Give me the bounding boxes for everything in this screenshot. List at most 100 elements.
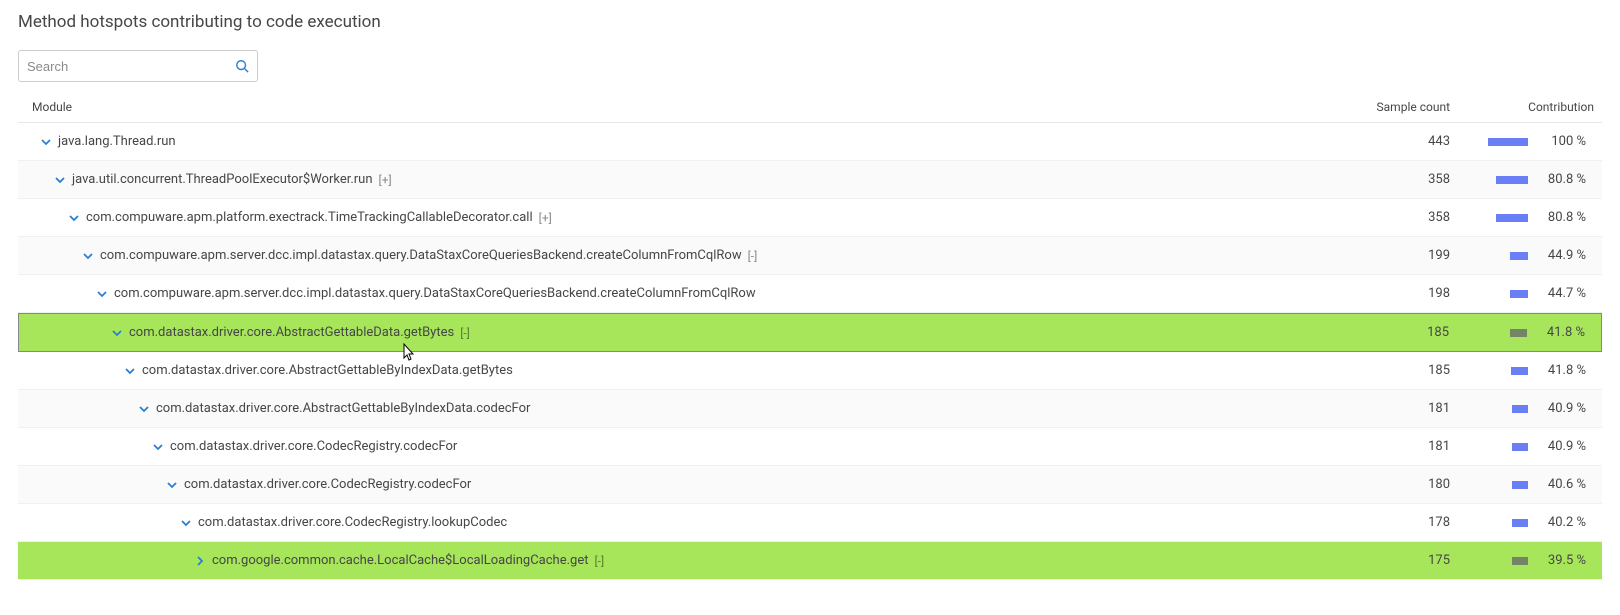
row-module-cell: java.lang.Thread.run [18,134,1322,149]
method-label[interactable]: com.compuware.apm.platform.exectrack.Tim… [86,210,533,225]
tree-row[interactable]: com.datastax.driver.core.AbstractGettabl… [18,390,1602,428]
sample-count-cell: 175 [1322,553,1462,568]
expand-suffix[interactable]: [+] [379,173,392,187]
sample-count-cell: 199 [1322,248,1462,263]
contribution-cell: 40.9 % [1462,401,1602,416]
contribution-cell: 40.2 % [1462,515,1602,530]
contribution-cell: 44.9 % [1462,248,1602,263]
chevron-right-icon[interactable] [194,555,206,567]
contribution-cell: 39.5 % [1462,553,1602,568]
tree-row[interactable]: com.datastax.driver.core.AbstractGettabl… [18,352,1602,390]
tree-row[interactable]: java.util.concurrent.ThreadPoolExecutor$… [18,161,1602,199]
tree-row[interactable]: com.datastax.driver.core.CodecRegistry.c… [18,428,1602,466]
contribution-pct: 39.5 % [1538,553,1594,568]
contribution-cell: 41.8 % [1462,363,1602,378]
contribution-bar [1512,557,1528,565]
tree-row[interactable]: com.datastax.driver.core.AbstractGettabl… [18,313,1602,352]
tree-row[interactable]: com.compuware.apm.server.dcc.impl.datast… [18,275,1602,313]
sample-count-cell: 198 [1322,286,1462,301]
chevron-down-icon[interactable] [82,250,94,262]
header-module[interactable]: Module [18,100,1322,114]
row-module-cell: com.datastax.driver.core.CodecRegistry.c… [18,439,1322,454]
tree-row[interactable]: com.google.common.cache.LocalCache$Local… [18,542,1602,580]
method-label[interactable]: com.datastax.driver.core.AbstractGettabl… [142,363,513,378]
method-label[interactable]: java.util.concurrent.ThreadPoolExecutor$… [72,172,373,187]
chevron-down-icon[interactable] [54,174,66,186]
contribution-pct: 41.8 % [1537,325,1593,340]
tree-row[interactable]: com.compuware.apm.server.dcc.impl.datast… [18,237,1602,275]
tree-row[interactable]: com.compuware.apm.platform.exectrack.Tim… [18,199,1602,237]
contribution-pct: 40.9 % [1538,401,1594,416]
tree-rows: java.lang.Thread.run 443 100 % java.util.co… [18,123,1602,580]
contribution-cell: 80.8 % [1462,210,1602,225]
sample-count-cell: 443 [1322,134,1462,149]
expand-suffix[interactable]: [-] [460,326,470,340]
method-label[interactable]: java.lang.Thread.run [58,134,176,149]
sample-count-cell: 178 [1322,515,1462,530]
contribution-cell: 44.7 % [1462,286,1602,301]
sample-count-cell: 185 [1322,363,1462,378]
sample-count-cell: 181 [1322,439,1462,454]
contribution-bar [1510,329,1527,337]
row-module-cell: com.datastax.driver.core.CodecRegistry.c… [18,477,1322,492]
contribution-bar [1512,443,1528,451]
contribution-pct: 41.8 % [1538,363,1594,378]
row-module-cell: com.datastax.driver.core.AbstractGettabl… [19,325,1321,340]
method-label[interactable]: com.datastax.driver.core.CodecRegistry.c… [184,477,471,492]
chevron-down-icon[interactable] [124,365,136,377]
table-header: Module Sample count Contribution [18,100,1602,123]
method-label[interactable]: com.datastax.driver.core.AbstractGettabl… [156,401,530,416]
row-module-cell: com.compuware.apm.server.dcc.impl.datast… [18,248,1322,263]
contribution-bar [1496,214,1528,222]
tree-row[interactable]: com.datastax.driver.core.CodecRegistry.l… [18,504,1602,542]
contribution-pct: 40.9 % [1538,439,1594,454]
chevron-down-icon[interactable] [180,517,192,529]
chevron-down-icon[interactable] [138,403,150,415]
expand-suffix[interactable]: [-] [748,249,758,263]
sample-count-cell: 358 [1322,210,1462,225]
sample-count-cell: 180 [1322,477,1462,492]
page-title: Method hotspots contributing to code exe… [18,12,1602,32]
row-module-cell: com.datastax.driver.core.AbstractGettabl… [18,401,1322,416]
chevron-down-icon[interactable] [40,136,52,148]
contribution-pct: 44.7 % [1538,286,1594,301]
chevron-down-icon[interactable] [166,479,178,491]
method-label[interactable]: com.datastax.driver.core.CodecRegistry.l… [198,515,507,530]
contribution-pct: 100 % [1538,134,1594,149]
search-box[interactable] [18,50,258,82]
contribution-bar [1512,405,1528,413]
row-module-cell: com.datastax.driver.core.AbstractGettabl… [18,363,1322,378]
sample-count-cell: 181 [1322,401,1462,416]
contribution-cell: 41.8 % [1461,325,1601,340]
method-label[interactable]: com.google.common.cache.LocalCache$Local… [212,553,589,568]
method-label[interactable]: com.compuware.apm.server.dcc.impl.datast… [114,286,756,301]
contribution-bar [1512,519,1528,527]
contribution-pct: 44.9 % [1538,248,1594,263]
contribution-pct: 80.8 % [1538,210,1594,225]
header-sample-count[interactable]: Sample count [1322,100,1462,114]
row-module-cell: com.compuware.apm.platform.exectrack.Tim… [18,210,1322,225]
tree-row[interactable]: com.datastax.driver.core.CodecRegistry.c… [18,466,1602,504]
sample-count-cell: 185 [1321,325,1461,340]
method-label[interactable]: com.datastax.driver.core.AbstractGettabl… [129,325,454,340]
chevron-down-icon[interactable] [96,288,108,300]
tree-row[interactable]: java.lang.Thread.run 443 100 % [18,123,1602,161]
header-contribution-label: Contribution [1528,100,1594,114]
expand-suffix[interactable]: [-] [595,554,605,568]
contribution-cell: 80.8 % [1462,172,1602,187]
contribution-pct: 40.2 % [1538,515,1594,530]
header-contribution[interactable]: Contribution [1462,100,1602,114]
chevron-down-icon[interactable] [68,212,80,224]
contribution-bar [1510,252,1528,260]
row-module-cell: com.google.common.cache.LocalCache$Local… [18,553,1322,568]
search-icon[interactable] [235,59,249,73]
expand-suffix[interactable]: [+] [539,211,552,225]
search-input[interactable] [27,59,235,74]
chevron-down-icon[interactable] [152,441,164,453]
contribution-bar [1512,481,1528,489]
method-label[interactable]: com.datastax.driver.core.CodecRegistry.c… [170,439,457,454]
chevron-down-icon[interactable] [111,327,123,339]
contribution-pct: 80.8 % [1538,172,1594,187]
method-label[interactable]: com.compuware.apm.server.dcc.impl.datast… [100,248,742,263]
contribution-bar [1511,367,1528,375]
